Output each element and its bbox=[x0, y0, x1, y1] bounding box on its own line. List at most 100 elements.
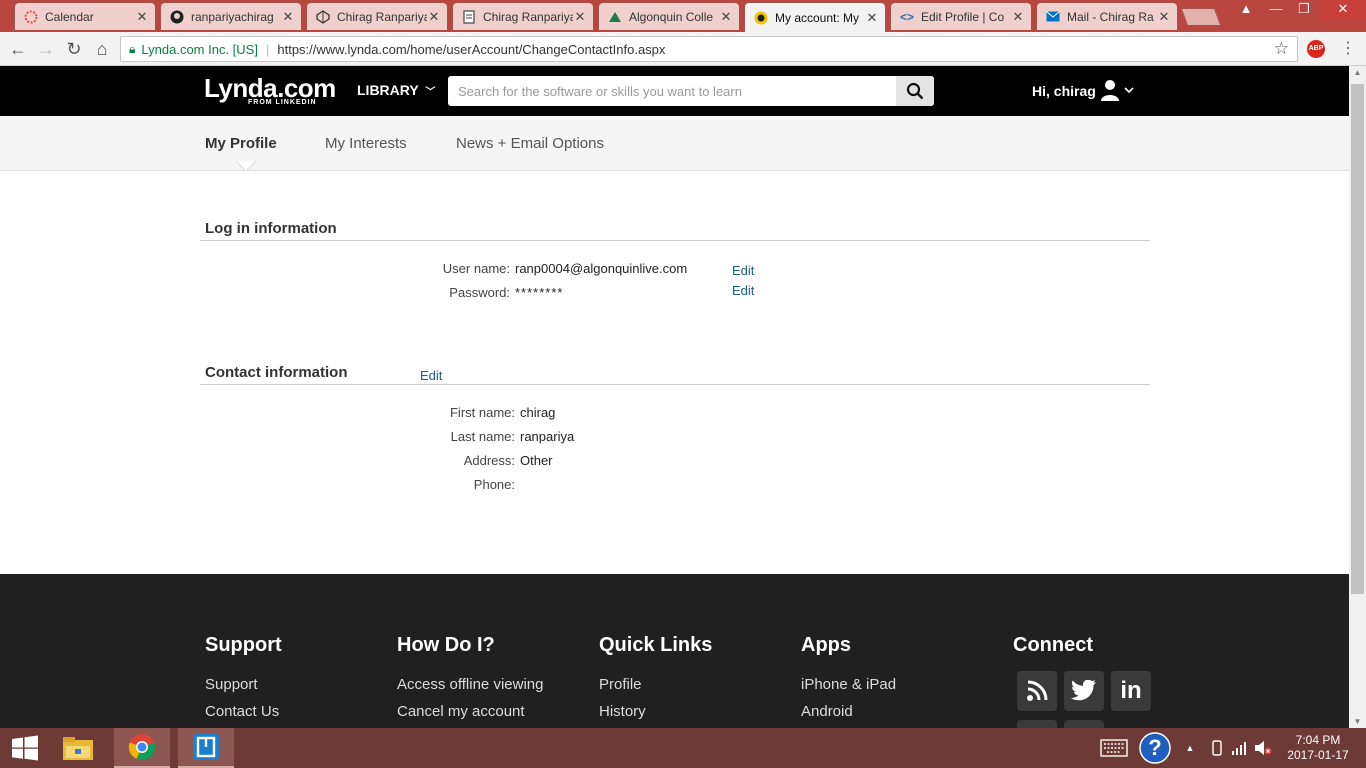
scroll-up-icon[interactable]: ▲ bbox=[1349, 68, 1366, 77]
footer-support-heading: Support bbox=[205, 634, 282, 656]
code-icon: <> bbox=[899, 9, 914, 24]
browser-tab-codepen[interactable]: Chirag Ranpariya ✕ bbox=[306, 2, 448, 30]
lock-icon: 🔒︎ bbox=[129, 41, 136, 56]
show-hidden-icons[interactable]: ▲ bbox=[1182, 728, 1198, 768]
home-icon[interactable]: ⌂ bbox=[90, 37, 114, 61]
minimize-icon[interactable]: — bbox=[1262, 0, 1290, 20]
codepen-icon bbox=[315, 9, 331, 25]
browser-tab-algonquin[interactable]: Algonquin Colle ✕ bbox=[598, 2, 740, 30]
close-icon[interactable]: ✕ bbox=[1157, 9, 1171, 25]
lynda-icon bbox=[753, 10, 769, 26]
calendar-icon bbox=[23, 9, 39, 25]
browser-tab-strip: Calendar ✕ ranpariyachirag ✕ Chirag Ranp… bbox=[0, 0, 1366, 32]
last-name-value: ranpariya bbox=[520, 429, 575, 444]
keyboard-icon[interactable] bbox=[1098, 728, 1130, 768]
reload-icon[interactable]: ↻ bbox=[62, 37, 86, 61]
help-glyph: ? bbox=[1148, 735, 1162, 760]
clock-date: 2017-01-17 bbox=[1287, 748, 1349, 762]
site-identity: Lynda.com Inc. [US] bbox=[141, 41, 258, 57]
browser-tab-lynda[interactable]: My account: My ✕ bbox=[744, 2, 886, 32]
lynda-logo[interactable]: Lynda.com FROM LINKEDIN bbox=[204, 75, 336, 106]
scroll-down-icon[interactable]: ▼ bbox=[1349, 717, 1366, 726]
url-separator: | bbox=[265, 41, 270, 57]
edit-contact-link[interactable]: Edit bbox=[420, 368, 442, 383]
device-icon[interactable] bbox=[1208, 728, 1226, 768]
divider bbox=[200, 240, 1150, 241]
windows-start-icon[interactable] bbox=[0, 728, 50, 768]
close-icon[interactable]: ✕ bbox=[573, 9, 587, 25]
selected-tab-indicator bbox=[236, 161, 256, 171]
window-close-icon[interactable]: ✕ bbox=[1320, 0, 1366, 20]
first-name-label: First name: bbox=[449, 405, 515, 420]
first-name-value: chirag bbox=[520, 405, 556, 420]
footer-link-profile[interactable]: Profile bbox=[599, 676, 642, 693]
tab-title: Edit Profile | Co bbox=[921, 9, 1005, 24]
footer-link-offline-viewing[interactable]: Access offline viewing bbox=[397, 676, 543, 693]
footer-link-android[interactable]: Android bbox=[801, 703, 853, 720]
tab-title: Calendar bbox=[45, 9, 94, 24]
document-icon bbox=[461, 9, 477, 25]
twitter-icon[interactable] bbox=[1064, 671, 1104, 711]
browser-tab-document[interactable]: Chirag Ranpariya ✕ bbox=[452, 2, 594, 30]
browser-menu-icon[interactable]: ⋮ bbox=[1340, 38, 1356, 58]
footer-link-history[interactable]: History bbox=[599, 703, 646, 720]
new-tab-button[interactable] bbox=[1180, 8, 1222, 26]
search-button[interactable] bbox=[896, 76, 934, 106]
social-icon-partial[interactable] bbox=[1064, 720, 1104, 728]
footer-quicklinks-heading: Quick Links bbox=[599, 634, 713, 656]
rss-icon[interactable] bbox=[1017, 671, 1057, 711]
username-value: ranp0004@algonquinlive.com bbox=[515, 261, 688, 276]
chrome-taskbar-icon[interactable] bbox=[114, 728, 170, 768]
edit-username-link[interactable]: Edit bbox=[732, 263, 754, 278]
search-input[interactable] bbox=[448, 76, 888, 106]
footer-link-iphone-ipad[interactable]: iPhone & iPad bbox=[801, 676, 896, 693]
browser-tab-calendar[interactable]: Calendar ✕ bbox=[14, 2, 156, 30]
footer-link-contact-us[interactable]: Contact Us bbox=[205, 703, 279, 720]
browser-tab-edit-profile[interactable]: <> Edit Profile | Co ✕ bbox=[890, 2, 1032, 30]
help-icon[interactable]: ? bbox=[1138, 728, 1172, 768]
edit-password-link[interactable]: Edit bbox=[732, 283, 754, 298]
address-bar[interactable]: 🔒︎ Lynda.com Inc. [US] | https://www.lyn… bbox=[120, 36, 1298, 62]
library-menu[interactable]: LIBRARY ﹀ bbox=[357, 82, 435, 98]
user-avatar-icon bbox=[1101, 80, 1134, 101]
close-icon[interactable]: ✕ bbox=[719, 9, 733, 25]
browser-tab-mail[interactable]: Mail - Chirag Ra ✕ bbox=[1036, 2, 1178, 30]
adblock-icon[interactable]: ABP bbox=[1307, 40, 1325, 58]
linkedin-icon[interactable]: in bbox=[1111, 671, 1151, 711]
algonquin-icon bbox=[607, 9, 623, 25]
profile-subnav: My Profile My Interests News + Email Opt… bbox=[0, 116, 1349, 171]
restore-icon[interactable]: ❐ bbox=[1290, 0, 1318, 20]
signal-icon[interactable] bbox=[1229, 728, 1249, 768]
app-taskbar-icon[interactable] bbox=[178, 728, 234, 768]
footer-link-cancel-account[interactable]: Cancel my account bbox=[397, 703, 525, 720]
address-value: Other bbox=[520, 453, 553, 468]
close-icon[interactable]: ✕ bbox=[1011, 9, 1025, 25]
back-arrow-icon[interactable]: ← bbox=[6, 37, 30, 61]
system-clock[interactable]: 7:04 PM 2017-01-17 bbox=[1283, 733, 1353, 763]
page-scrollbar[interactable]: ▲ ▼ bbox=[1349, 66, 1366, 728]
tab-title: Chirag Ranpariya bbox=[483, 9, 573, 24]
file-explorer-icon[interactable] bbox=[50, 728, 106, 768]
windows-taskbar: ? ▲ 7:04 PM 2017-01-17 bbox=[0, 728, 1366, 768]
forward-arrow-icon[interactable]: → bbox=[34, 37, 58, 61]
user-profile-icon[interactable]: ▲ bbox=[1232, 0, 1260, 20]
close-icon[interactable]: ✕ bbox=[865, 10, 879, 26]
address-label: Address: bbox=[463, 453, 515, 468]
browser-tab-github[interactable]: ranpariyachirag ✕ bbox=[160, 2, 302, 30]
footer-link-support[interactable]: Support bbox=[205, 676, 258, 693]
social-icon-partial[interactable] bbox=[1017, 720, 1057, 728]
close-icon[interactable]: ✕ bbox=[135, 9, 149, 25]
tab-my-interests[interactable]: My Interests bbox=[325, 135, 407, 152]
user-menu[interactable] bbox=[1100, 78, 1134, 107]
tab-title: ranpariyachirag bbox=[191, 9, 274, 24]
volume-muted-icon[interactable] bbox=[1252, 728, 1274, 768]
bookmark-star-icon[interactable]: ☆ bbox=[1274, 39, 1289, 59]
close-icon[interactable]: ✕ bbox=[281, 9, 295, 25]
tab-news-email-options[interactable]: News + Email Options bbox=[456, 135, 604, 152]
scrollbar-thumb[interactable] bbox=[1351, 84, 1364, 594]
close-icon[interactable]: ✕ bbox=[427, 9, 441, 25]
user-greeting: Hi, chirag bbox=[1032, 83, 1096, 99]
username-label: User name: bbox=[442, 261, 510, 276]
password-value: ******** bbox=[515, 285, 564, 300]
tab-my-profile[interactable]: My Profile bbox=[205, 135, 277, 152]
